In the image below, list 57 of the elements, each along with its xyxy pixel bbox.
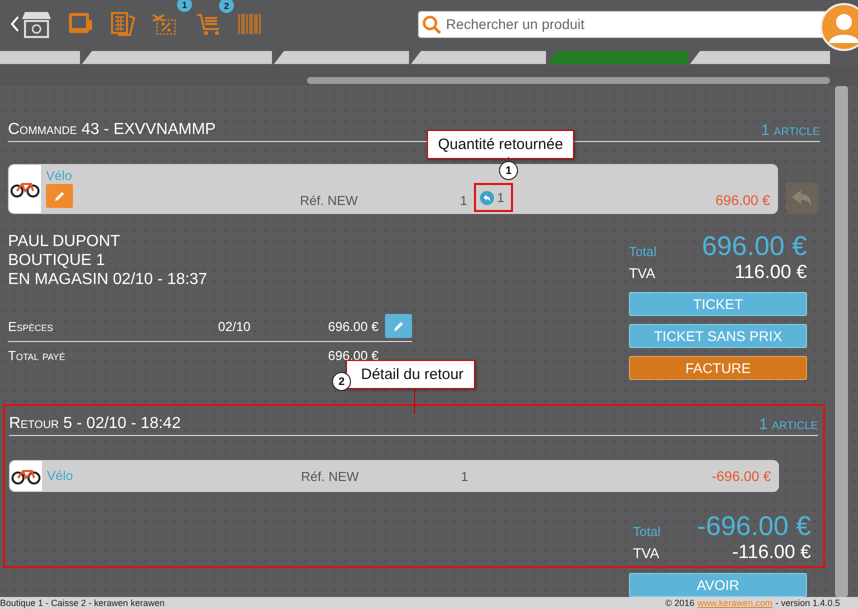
bicycle-icon [10, 180, 40, 198]
store-info: Boutique 1 - Caisse 2 - kerawen kerawen [0, 597, 165, 609]
version: - version 1.4.0.5 [775, 597, 840, 609]
line-price: 696.00 € [716, 192, 770, 208]
product-ref: Réf. NEW [301, 468, 360, 484]
count-badge: 2 [219, 0, 234, 13]
screen-icon[interactable] [68, 12, 94, 36]
pencil-icon [392, 320, 404, 332]
customer-info: EN MAGASIN 02/10 - 18:37 [8, 270, 208, 289]
payment-date: 02/10 [218, 318, 252, 334]
horizontal-scrollbar[interactable] [307, 77, 830, 84]
documents-icon[interactable] [110, 11, 136, 37]
print-button[interactable]: FACTURE [629, 356, 807, 380]
line-price: -696.00 € [712, 468, 771, 484]
order-title: Commande 43 - EXVVNAMMP [8, 121, 216, 139]
payment-amount: 696.00 € [328, 318, 380, 334]
return-title: Retour 5 - 02/10 - 18:42 [9, 415, 181, 433]
barcode-icon[interactable] [238, 14, 262, 34]
product-name[interactable]: Vélo [46, 168, 73, 183]
tax-label: TVA [633, 545, 660, 561]
tax-amount: -116.00 € [732, 542, 811, 564]
returned-quantity: 1 [497, 190, 504, 205]
pencil-icon [54, 190, 66, 202]
total-label: Total [633, 524, 660, 541]
total-amount: 696.00 € [702, 231, 807, 262]
leader-line [414, 389, 415, 414]
total-paid-amount: 696.00 € [328, 348, 379, 362]
payment-method: Espèces [8, 318, 54, 334]
tax-label: TVA [629, 265, 656, 281]
callout-label: Détail du retour [346, 360, 475, 389]
copyright: © 2016 [665, 597, 694, 609]
customer-info: PAUL DUPONT [8, 232, 122, 251]
vertical-scrollbar[interactable] [835, 86, 848, 597]
undo-icon [791, 189, 813, 207]
bicycle-icon [11, 467, 41, 485]
undo-icon [480, 190, 494, 204]
cart-icon[interactable] [196, 12, 222, 36]
count-badge: 1 [177, 0, 192, 12]
edit-button[interactable] [385, 314, 412, 338]
credit-note-button[interactable]: AVOIR [629, 573, 807, 597]
customer-info: BOUTIQUE 1 [8, 251, 106, 270]
edit-button[interactable] [46, 184, 73, 208]
product-name[interactable]: Vélo [47, 468, 74, 483]
print-button[interactable]: TICKET SANS PRIX [629, 324, 807, 348]
callout-label: Quantité retournée [427, 130, 574, 159]
product-ref: Réf. NEW [300, 193, 359, 208]
print-button[interactable]: TICKET [629, 292, 807, 316]
article-count: 1 article [759, 416, 818, 433]
article-count: 1 article [761, 122, 820, 139]
back-store-icon[interactable] [10, 9, 52, 39]
total-paid-label: Total payé [8, 348, 66, 362]
website-link[interactable]: www.kerawen.com [697, 597, 772, 609]
total-amount: -696.00 € [696, 511, 811, 542]
quantity: 1 [460, 193, 468, 208]
quantity: 1 [461, 468, 470, 484]
tax-amount: 116.00 € [734, 262, 807, 284]
total-label: Total [629, 244, 656, 261]
